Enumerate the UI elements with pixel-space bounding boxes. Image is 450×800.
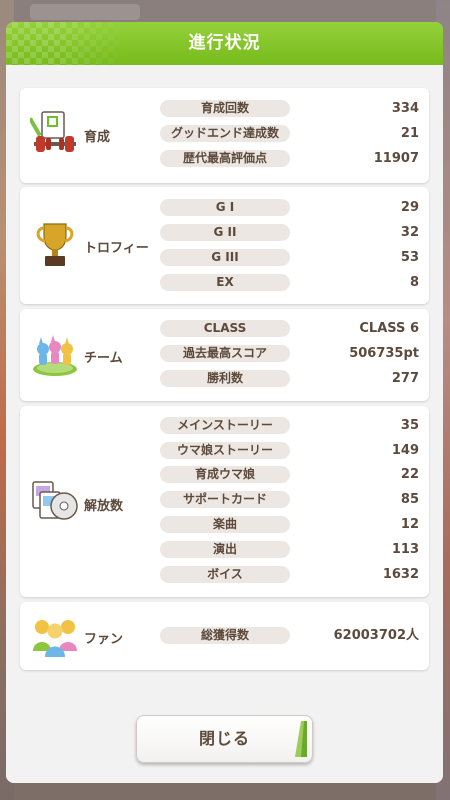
close-button[interactable]: 閉じる bbox=[136, 715, 313, 763]
stat-label: 勝利数 bbox=[160, 370, 290, 387]
stat-value: 85 bbox=[400, 492, 419, 507]
stat-label: 楽曲 bbox=[160, 516, 290, 533]
section-trophy: トロフィー G I 29 G II 32 G III 53 EX 8 bbox=[20, 187, 429, 304]
stat-label: EX bbox=[160, 274, 290, 291]
stat-value: 53 bbox=[400, 250, 419, 265]
stat-value: 506735pt bbox=[349, 346, 419, 361]
dialog-header: 進行状況 bbox=[6, 22, 443, 65]
stat-row: G II 32 bbox=[20, 223, 429, 243]
stat-value: 113 bbox=[391, 542, 419, 557]
stat-value: 22 bbox=[400, 467, 419, 482]
stat-label: G III bbox=[160, 249, 290, 266]
stat-label: 育成ウマ娘 bbox=[160, 466, 290, 483]
stat-row: ウマ娘ストーリー 149 bbox=[20, 441, 429, 461]
dialog-title: 進行状況 bbox=[188, 33, 261, 53]
background-blur bbox=[30, 4, 140, 20]
stat-row: G III 53 bbox=[20, 248, 429, 268]
stat-label: 育成回数 bbox=[160, 100, 290, 117]
stat-row: EX 8 bbox=[20, 273, 429, 293]
section-fans: ファン 総獲得数 62003702人 bbox=[20, 602, 429, 670]
stat-value: 62003702人 bbox=[333, 628, 419, 643]
stat-label: 演出 bbox=[160, 541, 290, 558]
stat-label: ウマ娘ストーリー bbox=[160, 442, 290, 459]
stat-value: 1632 bbox=[382, 567, 419, 582]
stat-value: 334 bbox=[391, 101, 419, 116]
stat-value: CLASS 6 bbox=[359, 321, 419, 336]
close-button-label: 閉じる bbox=[198, 729, 250, 748]
stat-row: 演出 113 bbox=[20, 540, 429, 560]
button-accent-icon bbox=[295, 721, 307, 757]
section-unlocks: 解放数 メインストーリー 35 ウマ娘ストーリー 149 育成ウマ娘 22 サポ… bbox=[20, 406, 429, 597]
stat-row: 楽曲 12 bbox=[20, 515, 429, 535]
stat-value: 32 bbox=[400, 225, 419, 240]
stat-value: 277 bbox=[391, 371, 419, 386]
stat-value: 11907 bbox=[373, 151, 419, 166]
stat-row: 歴代最高評価点 11907 bbox=[20, 149, 429, 169]
stat-label: 総獲得数 bbox=[160, 627, 290, 644]
stat-label: グッドエンド達成数 bbox=[160, 125, 290, 142]
stat-row: ボイス 1632 bbox=[20, 565, 429, 585]
stat-row: 総獲得数 62003702人 bbox=[20, 626, 429, 646]
stat-label: 過去最高スコア bbox=[160, 345, 290, 362]
section-team: チーム CLASS CLASS 6 過去最高スコア 506735pt 勝利数 2… bbox=[20, 309, 429, 401]
stat-row: メインストーリー 35 bbox=[20, 416, 429, 436]
stat-row: 育成回数 334 bbox=[20, 99, 429, 119]
stat-value: 21 bbox=[400, 126, 419, 141]
stat-label: G II bbox=[160, 224, 290, 241]
stat-label: CLASS bbox=[160, 320, 290, 337]
stat-label: メインストーリー bbox=[160, 417, 290, 434]
stat-row: G I 29 bbox=[20, 198, 429, 218]
section-training: 育成 育成回数 334 グッドエンド達成数 21 歴代最高評価点 11907 bbox=[20, 88, 429, 183]
stat-label: 歴代最高評価点 bbox=[160, 150, 290, 167]
background-top bbox=[0, 0, 450, 24]
dialog-content: 育成 育成回数 334 グッドエンド達成数 21 歴代最高評価点 11907 ト… bbox=[6, 65, 443, 783]
stat-value: 8 bbox=[409, 275, 419, 290]
stat-value: 35 bbox=[400, 418, 419, 433]
stat-label: ボイス bbox=[160, 566, 290, 583]
stat-label: サポートカード bbox=[160, 491, 290, 508]
stat-row: 育成ウマ娘 22 bbox=[20, 465, 429, 485]
stat-label: G I bbox=[160, 199, 290, 216]
stat-row: CLASS CLASS 6 bbox=[20, 319, 429, 339]
stat-row: サポートカード 85 bbox=[20, 490, 429, 510]
stat-row: 過去最高スコア 506735pt bbox=[20, 344, 429, 364]
stat-row: 勝利数 277 bbox=[20, 369, 429, 389]
stat-row: グッドエンド達成数 21 bbox=[20, 124, 429, 144]
stat-value: 12 bbox=[400, 517, 419, 532]
stat-value: 149 bbox=[391, 443, 419, 458]
progress-dialog: 進行状況 育成 育成回数 334 グッドエンド達成数 21 歴代最高評価点 11… bbox=[6, 22, 443, 783]
stat-value: 29 bbox=[400, 200, 419, 215]
